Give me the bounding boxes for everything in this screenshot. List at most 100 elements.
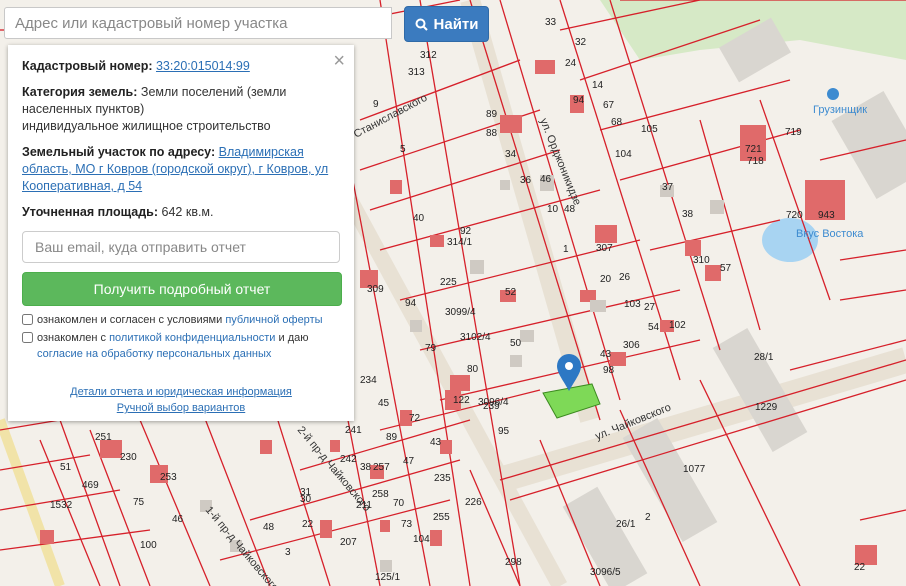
poi-label: Вкус Востока: [796, 228, 864, 240]
parcel-number-label: 40: [413, 213, 425, 224]
parcel-number-label: 309: [367, 284, 384, 295]
building: [520, 330, 534, 342]
consent-offer-text: ознакомлен и согласен с условиями: [37, 314, 223, 326]
building: [685, 240, 701, 256]
building: [330, 440, 340, 452]
area-label: Уточненная площадь:: [22, 205, 159, 219]
search-input[interactable]: [4, 7, 392, 39]
consent-privacy-checkbox[interactable]: [22, 332, 33, 343]
parcel-number-label: 20: [600, 274, 612, 285]
parcel-number-label: 54: [648, 322, 660, 333]
details-link[interactable]: Детали отчета и юридическая информация: [70, 386, 292, 398]
parcel-number-label: 3096/5: [590, 567, 621, 578]
parcel-number-label: 31: [300, 487, 312, 498]
parcel-number-label: 48: [263, 522, 275, 533]
consent-privacy: ознакомлен с политикой конфиденциальност…: [22, 330, 340, 362]
cadastral-label: Кадастровый номер:: [22, 59, 153, 73]
search-button[interactable]: Найти: [404, 6, 489, 42]
building: [450, 375, 470, 391]
parcel-number-label: 27: [644, 302, 656, 313]
parcel-number-label: 94: [405, 298, 417, 309]
parcel-number-label: 307: [596, 243, 613, 254]
parcel-number-label: 103: [624, 299, 641, 310]
manual-selection-link[interactable]: Ручной выбор вариантов: [117, 402, 245, 414]
parcel-number-label: 255: [433, 512, 450, 523]
parcel-number-label: 125/1: [375, 572, 400, 583]
building: [500, 180, 510, 190]
parcel-number-label: 22: [302, 519, 314, 530]
cadastral-number-link[interactable]: 33:20:015014:99: [156, 59, 250, 73]
parcel-number-label: 943: [818, 210, 835, 221]
building: [380, 560, 392, 572]
shop-icon: [827, 88, 839, 100]
public-offer-link[interactable]: публичной оферты: [225, 314, 322, 326]
building: [510, 355, 522, 367]
parcel-number-label: 26/1: [616, 519, 636, 530]
email-field[interactable]: [22, 231, 340, 263]
parcel-number-label: 43: [430, 437, 442, 448]
parcel-number-label: 1077: [683, 464, 706, 475]
parcel-number-label: 98: [603, 365, 615, 376]
parcel-number-label: 72: [409, 413, 421, 424]
building: [610, 352, 626, 366]
parcel-number-label: 89: [386, 432, 398, 443]
privacy-policy-link[interactable]: политикой конфиденциальности: [109, 332, 275, 344]
get-report-button-label: Получить подробный отчет: [93, 281, 271, 297]
parcel-number-label: 75: [133, 497, 145, 508]
parcel-number-label: 102: [669, 320, 686, 331]
parcel-number-label: 1229: [755, 402, 778, 413]
parcel-number-label: 104: [413, 534, 430, 545]
parcel-number-label: 52: [505, 287, 517, 298]
parcel-number-label: 312: [420, 50, 437, 61]
address-label: Земельный участок по адресу:: [22, 145, 216, 159]
parcel-number-label: 3: [285, 547, 291, 558]
parcel-number-label: 1532: [50, 500, 73, 511]
parcel-number-label: 3102/4: [460, 332, 491, 343]
parcel-number-label: 5: [400, 144, 406, 155]
parcel-number-label: 95: [498, 426, 510, 437]
personal-data-link[interactable]: согласие на обработку персональных данны…: [37, 348, 271, 360]
parcel-number-label: 314/1: [447, 237, 472, 248]
parcel-number-label: 105: [641, 124, 658, 135]
parcel-number-label: 257: [373, 462, 390, 473]
parcel-number-label: 73: [401, 519, 413, 530]
area-value: 642 кв.м.: [161, 205, 214, 219]
parcel-number-label: 57: [720, 263, 732, 274]
parcel-number-label: 32: [575, 37, 587, 48]
building: [440, 440, 452, 454]
parcel-number-label: 207: [340, 537, 357, 548]
search-icon: [415, 18, 428, 31]
parcel-info-panel: × Кадастровый номер: 33:20:015014:99 Кат…: [8, 45, 354, 421]
parcel-number-label: 79: [425, 343, 437, 354]
close-icon[interactable]: ×: [333, 51, 345, 71]
parcel-number-label: 14: [592, 80, 604, 91]
building: [595, 225, 617, 243]
parcel-number-label: 2: [645, 512, 651, 523]
parcel-number-label: 88: [486, 128, 498, 139]
parcel-number-label: 719: [785, 127, 802, 138]
building: [40, 530, 54, 544]
search-bar: Найти: [4, 6, 489, 42]
parcel-number-label: 234: [360, 375, 377, 386]
parcel-number-label: 3099/4: [445, 307, 476, 318]
parcel-number-label: 33: [545, 17, 557, 28]
parcel-number-label: 298: [505, 557, 522, 568]
building: [500, 115, 522, 133]
parcel-number-label: 10: [547, 204, 559, 215]
get-report-button[interactable]: Получить подробный отчет: [22, 272, 342, 306]
parcel-number-label: 92: [460, 226, 472, 237]
parcel-number-label: 251: [95, 432, 112, 443]
consent-privacy-text: ознакомлен с: [37, 332, 107, 344]
parcel-number-label: 34: [505, 149, 517, 160]
consent-offer-checkbox[interactable]: [22, 314, 33, 325]
parcel-number-label: 230: [120, 452, 137, 463]
parcel-number-label: 122: [453, 395, 470, 406]
parcel-number-label: 38: [682, 209, 694, 220]
building: [710, 200, 724, 214]
consent-privacy-mid: и даю: [278, 332, 309, 344]
parcel-number-label: 50: [510, 338, 522, 349]
parcel-number-label: 225: [440, 277, 457, 288]
parcel-number-label: 43: [600, 349, 612, 360]
parcel-number-label: 46: [540, 174, 552, 185]
building: [590, 300, 606, 312]
